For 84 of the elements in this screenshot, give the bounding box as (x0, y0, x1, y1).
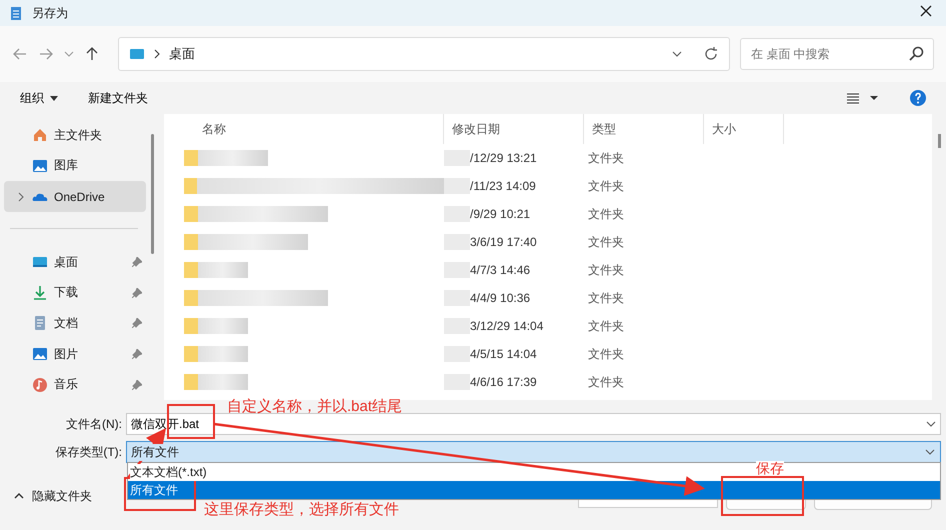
folder-icon (184, 234, 198, 250)
type-cell-text: 文件夹 (587, 262, 625, 278)
house-icon (32, 127, 48, 144)
type-cell-text: 文件夹 (587, 178, 625, 194)
folder-icon (184, 206, 198, 222)
desktop-icon (129, 46, 145, 62)
column-header[interactable]: 大小 (704, 114, 784, 144)
refresh-icon[interactable] (703, 46, 719, 62)
music-icon (32, 376, 48, 393)
date-cell: 4/4/9 10:36 (470, 291, 530, 305)
help-icon[interactable] (910, 90, 926, 106)
folder-icon (184, 374, 198, 390)
sidebar-item[interactable]: 下载 (4, 278, 146, 308)
pixelated-text (198, 374, 248, 390)
type-cell-text: 文件夹 (587, 346, 625, 362)
window-title: 另存为 (32, 4, 69, 22)
annotation-text: 保存 (756, 461, 784, 475)
type-cell-text: 文件夹 (587, 374, 625, 390)
type-cell-text: 文件夹 (587, 318, 625, 334)
new-folder-button[interactable]: 新建文件夹 (88, 90, 148, 106)
type-cell-text: 文件夹 (587, 290, 625, 306)
folder-icon (184, 290, 198, 306)
type-cell-text: 文件夹 (587, 150, 625, 166)
download-icon (32, 284, 48, 301)
pin-icon[interactable] (132, 318, 142, 328)
hide-folders-toggle[interactable]: 隐藏文件夹 (32, 488, 92, 504)
file-name-label: 文件名(N): (65, 416, 122, 432)
save-type-dropdown[interactable]: 所有文件 (126, 441, 941, 463)
pin-icon[interactable] (132, 380, 142, 390)
organize-menu[interactable]: 组织 (20, 90, 58, 106)
annotation-arrow (127, 428, 166, 479)
document-icon (32, 315, 48, 332)
pixelated-text (198, 150, 268, 166)
column-header[interactable]: 类型 (584, 114, 704, 144)
folder-icon (184, 262, 198, 278)
highlight-frame (167, 404, 215, 439)
column-header[interactable]: 名称 (164, 114, 444, 144)
back-arrow-icon[interactable] (12, 46, 28, 62)
sidebar-item[interactable]: 图库 (4, 150, 146, 182)
date-cell: 3/6/19 17:40 (470, 235, 537, 249)
pin-icon[interactable] (132, 257, 142, 268)
search-field[interactable]: 在 桌面 中搜索 (740, 38, 934, 70)
scrollbar-thumb[interactable] (938, 134, 941, 148)
date-cell: 3/12/29 14:04 (470, 319, 544, 333)
column-header[interactable]: 修改日期 (444, 114, 584, 144)
forward-arrow-icon[interactable] (38, 46, 54, 62)
sidebar-item[interactable]: 音乐 (4, 369, 146, 400)
sidebar-item[interactable]: 文档 (4, 308, 146, 339)
sidebar-item[interactable]: 图片 (4, 338, 146, 370)
sidebar-item[interactable]: 桌面 (4, 246, 146, 278)
scrollbar-thumb[interactable] (151, 134, 154, 254)
path-label[interactable]: 桌面 (169, 45, 195, 63)
search-icon[interactable] (908, 46, 924, 62)
date-cell: /9/29 10:21 (470, 207, 530, 221)
pin-icon[interactable] (132, 349, 142, 360)
date-cell: 4/5/15 14:04 (470, 347, 537, 361)
folder-icon (184, 178, 198, 194)
image-icon (32, 158, 48, 174)
address-bar[interactable]: 桌面 (118, 37, 730, 71)
date-cell: /12/29 13:21 (470, 151, 537, 165)
save-type-label: 保存类型(T): (54, 444, 122, 460)
date-cell: 4/7/3 14:46 (470, 263, 530, 277)
up-arrow-icon[interactable] (84, 46, 100, 62)
annotation-text: 自定义名称，并以.bat结尾 (227, 397, 402, 416)
pixelated-text (198, 262, 248, 278)
notepad-icon (8, 5, 24, 21)
close-icon (920, 5, 932, 17)
type-cell-text: 文件夹 (587, 206, 625, 222)
pin-icon[interactable] (132, 288, 142, 298)
sidebar-item[interactable]: OneDrive (4, 181, 146, 212)
date-cell: 4/6/16 17:39 (470, 375, 537, 389)
folder-icon (184, 318, 198, 334)
folder-icon (184, 346, 198, 362)
highlight-frame (124, 477, 196, 511)
folder-icon (184, 150, 198, 166)
annotation-text: 这里保存类型，选择所有文件 (204, 500, 399, 519)
type-cell-text: 文件夹 (587, 234, 625, 250)
pixelated-text (198, 346, 248, 362)
sidebar-item[interactable]: 主文件夹 (4, 120, 146, 151)
caret-icon (50, 96, 58, 100)
image-icon (32, 346, 48, 362)
dropdown-option[interactable]: 所有文件 (128, 481, 940, 499)
pixelated-text (198, 318, 248, 334)
date-cell: /11/23 14:09 (470, 179, 536, 193)
